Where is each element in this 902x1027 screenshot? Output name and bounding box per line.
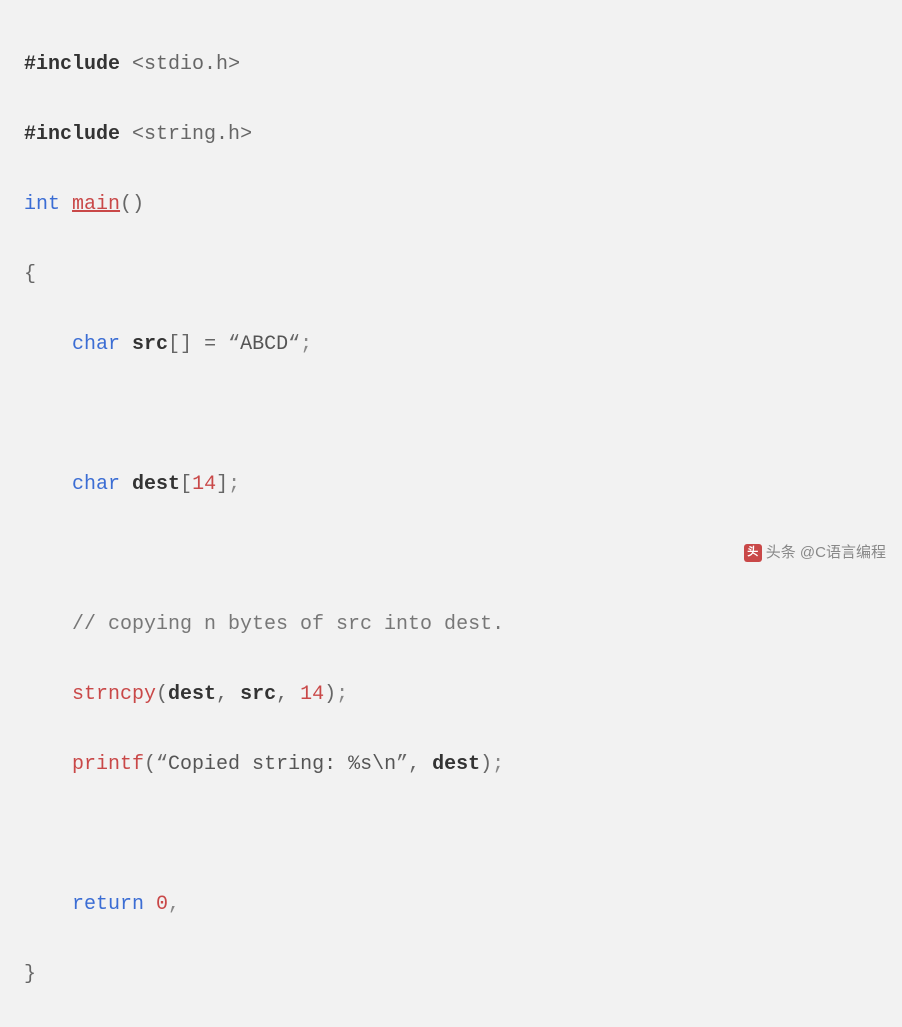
semicolon: ; <box>492 753 504 776</box>
angle-close: > <box>228 53 240 76</box>
code-line-1: #include <stdio.h> <box>24 47 878 82</box>
angle-close: > <box>240 123 252 146</box>
comma: , <box>408 753 432 776</box>
comma-end: , <box>168 893 180 916</box>
header-name: string.h <box>144 123 240 146</box>
keyword-char: char <box>72 473 120 496</box>
bracket-open: [ <box>180 473 192 496</box>
keyword-int: int <box>24 193 60 216</box>
number-literal: 14 <box>192 473 216 496</box>
code-line-8: strncpy(dest, src, 14); <box>24 677 878 712</box>
function-main: main <box>72 193 120 216</box>
preprocessor-directive: #include <box>24 123 120 146</box>
watermark-text: 头条 @C语言编程 <box>766 540 886 566</box>
arg-src: src <box>240 683 276 706</box>
code-line-10: return 0, <box>24 887 878 922</box>
semicolon: ; <box>336 683 348 706</box>
function-printf: printf <box>72 753 144 776</box>
brace-close: } <box>24 963 36 986</box>
preprocessor-directive: #include <box>24 53 120 76</box>
header-name: stdio.h <box>144 53 228 76</box>
code-line-9: printf(“Copied string: %s\n”, dest); <box>24 747 878 782</box>
arg-dest: dest <box>432 753 480 776</box>
var-dest: dest <box>132 473 180 496</box>
number-literal: 14 <box>300 683 324 706</box>
brackets: [] <box>168 333 192 356</box>
number-literal: 0 <box>156 893 168 916</box>
comma: , <box>276 683 300 706</box>
quote-close: “ <box>288 333 300 356</box>
string-literal: Copied string: %s\n <box>168 753 396 776</box>
watermark: 头 头条 @C语言编程 <box>744 540 886 566</box>
comment: // copying n bytes of src into dest. <box>72 613 504 636</box>
code-line-3: int main() <box>24 187 878 222</box>
keyword-return: return <box>72 893 144 916</box>
string-literal: ABCD <box>240 333 288 356</box>
code-line-blank1 <box>24 397 878 432</box>
code-line-4: { <box>24 257 878 292</box>
brace-open: { <box>24 263 36 286</box>
quote-open: “ <box>228 333 240 356</box>
paren-close: ) <box>480 753 492 776</box>
function-strncpy: strncpy <box>72 683 156 706</box>
code-line-5: char src[] = “ABCD“; <box>24 327 878 362</box>
equals: = <box>192 333 228 356</box>
bracket-close: ] <box>216 473 228 496</box>
paren-open: ( <box>120 193 132 216</box>
code-line-blank3 <box>24 817 878 852</box>
arg-dest: dest <box>168 683 216 706</box>
angle-open: < <box>132 123 144 146</box>
code-line-7: // copying n bytes of src into dest. <box>24 607 878 642</box>
paren-close: ) <box>324 683 336 706</box>
semicolon: ; <box>300 333 312 356</box>
code-block: #include <stdio.h> #include <string.h> i… <box>24 12 878 1027</box>
paren-open: ( <box>156 683 168 706</box>
paren-close: ) <box>132 193 144 216</box>
watermark-icon: 头 <box>744 544 762 562</box>
quote-open: “ <box>156 753 168 776</box>
var-src: src <box>132 333 168 356</box>
keyword-char: char <box>72 333 120 356</box>
code-line-2: #include <string.h> <box>24 117 878 152</box>
quote-close: ” <box>396 753 408 776</box>
angle-open: < <box>132 53 144 76</box>
paren-open: ( <box>144 753 156 776</box>
code-line-11: } <box>24 957 878 992</box>
code-line-6: char dest[14]; <box>24 467 878 502</box>
comma: , <box>216 683 240 706</box>
semicolon: ; <box>228 473 240 496</box>
